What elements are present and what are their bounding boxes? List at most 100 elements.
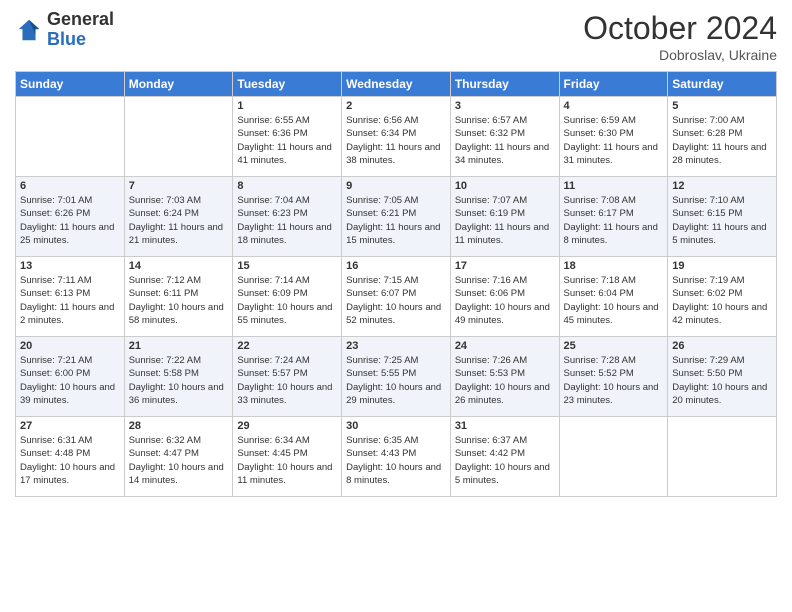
- day-number: 6: [20, 180, 120, 192]
- calendar-cell: 22 Sunrise: 7:24 AMSunset: 5:57 PMDayligh…: [233, 337, 342, 417]
- weekday-header-monday: Monday: [124, 72, 233, 97]
- calendar-cell: 19 Sunrise: 7:19 AMSunset: 6:02 PMDayligh…: [668, 257, 777, 337]
- calendar-week-row: 6 Sunrise: 7:01 AMSunset: 6:26 PMDaylight…: [16, 177, 777, 257]
- day-number: 23: [346, 340, 446, 352]
- day-info: Sunrise: 7:11 AMSunset: 6:13 PMDaylight:…: [20, 274, 120, 327]
- day-info: Sunrise: 7:05 AMSunset: 6:21 PMDaylight:…: [346, 194, 446, 247]
- day-number: 7: [129, 180, 229, 192]
- day-number: 28: [129, 420, 229, 432]
- day-number: 24: [455, 340, 555, 352]
- day-info: Sunrise: 7:29 AMSunset: 5:50 PMDaylight:…: [672, 354, 772, 407]
- day-number: 31: [455, 420, 555, 432]
- calendar-page: General Blue October 2024 Dobroslav, Ukr…: [0, 0, 792, 612]
- calendar-cell: [16, 97, 125, 177]
- day-number: 17: [455, 260, 555, 272]
- day-info: Sunrise: 6:34 AMSunset: 4:45 PMDaylight:…: [237, 434, 337, 487]
- day-info: Sunrise: 7:07 AMSunset: 6:19 PMDaylight:…: [455, 194, 555, 247]
- calendar-cell: 13Sunrise: 7:11 AMSunset: 6:13 PMDayligh…: [16, 257, 125, 337]
- day-info: Sunrise: 6:37 AMSunset: 4:42 PMDaylight:…: [455, 434, 555, 487]
- day-number: 16: [346, 260, 446, 272]
- calendar-cell: 28 Sunrise: 6:32 AMSunset: 4:47 PMDayligh…: [124, 417, 233, 497]
- location-subtitle: Dobroslav, Ukraine: [583, 47, 777, 63]
- calendar-cell: 10 Sunrise: 7:07 AMSunset: 6:19 PMDayligh…: [450, 177, 559, 257]
- day-info: Sunrise: 7:25 AMSunset: 5:55 PMDaylight:…: [346, 354, 446, 407]
- day-info: Sunrise: 7:15 AMSunset: 6:07 PMDaylight:…: [346, 274, 446, 327]
- day-info: Sunrise: 7:14 AMSunset: 6:09 PMDaylight:…: [237, 274, 337, 327]
- month-title: October 2024: [583, 10, 777, 47]
- calendar-cell: 16 Sunrise: 7:15 AMSunset: 6:07 PMDayligh…: [342, 257, 451, 337]
- calendar-cell: 31 Sunrise: 6:37 AMSunset: 4:42 PMDayligh…: [450, 417, 559, 497]
- day-number: 26: [672, 340, 772, 352]
- day-info: Sunrise: 7:26 AMSunset: 5:53 PMDaylight:…: [455, 354, 555, 407]
- weekday-header-sunday: Sunday: [16, 72, 125, 97]
- calendar-cell: 30 Sunrise: 6:35 AMSunset: 4:43 PMDayligh…: [342, 417, 451, 497]
- calendar-cell: 9Sunrise: 7:05 AMSunset: 6:21 PMDaylight…: [342, 177, 451, 257]
- calendar-cell: 21 Sunrise: 7:22 AMSunset: 5:58 PMDayligh…: [124, 337, 233, 417]
- day-info: Sunrise: 6:59 AMSunset: 6:30 PMDaylight:…: [564, 114, 664, 167]
- calendar-cell: 26 Sunrise: 7:29 AMSunset: 5:50 PMDayligh…: [668, 337, 777, 417]
- calendar-cell: 5Sunrise: 7:00 AMSunset: 6:28 PMDaylight…: [668, 97, 777, 177]
- day-number: 3: [455, 100, 555, 112]
- calendar-cell: 17Sunrise: 7:16 AMSunset: 6:06 PMDayligh…: [450, 257, 559, 337]
- logo-text: General Blue: [47, 10, 114, 50]
- weekday-header-wednesday: Wednesday: [342, 72, 451, 97]
- day-number: 27: [20, 420, 120, 432]
- calendar-cell: 3 Sunrise: 6:57 AMSunset: 6:32 PMDaylight…: [450, 97, 559, 177]
- day-number: 1: [237, 100, 337, 112]
- day-number: 10: [455, 180, 555, 192]
- calendar-cell: [124, 97, 233, 177]
- calendar-cell: 14Sunrise: 7:12 AMSunset: 6:11 PMDayligh…: [124, 257, 233, 337]
- title-block: October 2024 Dobroslav, Ukraine: [583, 10, 777, 63]
- day-info: Sunrise: 6:56 AMSunset: 6:34 PMDaylight:…: [346, 114, 446, 167]
- calendar-cell: 23 Sunrise: 7:25 AMSunset: 5:55 PMDayligh…: [342, 337, 451, 417]
- day-number: 22: [237, 340, 337, 352]
- day-info: Sunrise: 7:10 AMSunset: 6:15 PMDaylight:…: [672, 194, 772, 247]
- day-info: Sunrise: 7:08 AMSunset: 6:17 PMDaylight:…: [564, 194, 664, 247]
- day-info: Sunrise: 7:12 AMSunset: 6:11 PMDaylight:…: [129, 274, 229, 327]
- logo-icon: [15, 16, 43, 44]
- calendar-cell: 11 Sunrise: 7:08 AMSunset: 6:17 PMDayligh…: [559, 177, 668, 257]
- calendar-cell: 4 Sunrise: 6:59 AMSunset: 6:30 PMDaylight…: [559, 97, 668, 177]
- day-info: Sunrise: 7:00 AMSunset: 6:28 PMDaylight:…: [672, 114, 772, 167]
- day-number: 4: [564, 100, 664, 112]
- weekday-header-thursday: Thursday: [450, 72, 559, 97]
- calendar-cell: 2Sunrise: 6:56 AMSunset: 6:34 PMDaylight…: [342, 97, 451, 177]
- day-info: Sunrise: 6:57 AMSunset: 6:32 PMDaylight:…: [455, 114, 555, 167]
- day-info: Sunrise: 7:04 AMSunset: 6:23 PMDaylight:…: [237, 194, 337, 247]
- day-info: Sunrise: 7:28 AMSunset: 5:52 PMDaylight:…: [564, 354, 664, 407]
- day-number: 8: [237, 180, 337, 192]
- header: General Blue October 2024 Dobroslav, Ukr…: [15, 10, 777, 63]
- day-info: Sunrise: 7:22 AMSunset: 5:58 PMDaylight:…: [129, 354, 229, 407]
- calendar-week-row: 27Sunrise: 6:31 AMSunset: 4:48 PMDayligh…: [16, 417, 777, 497]
- day-number: 20: [20, 340, 120, 352]
- day-number: 12: [672, 180, 772, 192]
- logo-blue: Blue: [47, 29, 86, 49]
- day-info: Sunrise: 7:18 AMSunset: 6:04 PMDaylight:…: [564, 274, 664, 327]
- day-info: Sunrise: 6:55 AMSunset: 6:36 PMDaylight:…: [237, 114, 337, 167]
- calendar-cell: [559, 417, 668, 497]
- day-number: 25: [564, 340, 664, 352]
- day-info: Sunrise: 7:01 AMSunset: 6:26 PMDaylight:…: [20, 194, 120, 247]
- weekday-header-row: SundayMondayTuesdayWednesdayThursdayFrid…: [16, 72, 777, 97]
- day-info: Sunrise: 7:19 AMSunset: 6:02 PMDaylight:…: [672, 274, 772, 327]
- weekday-header-friday: Friday: [559, 72, 668, 97]
- day-number: 30: [346, 420, 446, 432]
- day-info: Sunrise: 6:32 AMSunset: 4:47 PMDaylight:…: [129, 434, 229, 487]
- calendar-week-row: 1 Sunrise: 6:55 AMSunset: 6:36 PMDaylight…: [16, 97, 777, 177]
- day-number: 11: [564, 180, 664, 192]
- calendar-cell: 1 Sunrise: 6:55 AMSunset: 6:36 PMDaylight…: [233, 97, 342, 177]
- day-number: 19: [672, 260, 772, 272]
- day-info: Sunrise: 6:35 AMSunset: 4:43 PMDaylight:…: [346, 434, 446, 487]
- calendar-cell: 27Sunrise: 6:31 AMSunset: 4:48 PMDayligh…: [16, 417, 125, 497]
- calendar-cell: 7Sunrise: 7:03 AMSunset: 6:24 PMDaylight…: [124, 177, 233, 257]
- calendar-week-row: 20Sunrise: 7:21 AMSunset: 6:00 PMDayligh…: [16, 337, 777, 417]
- day-number: 18: [564, 260, 664, 272]
- weekday-header-saturday: Saturday: [668, 72, 777, 97]
- calendar-cell: 24 Sunrise: 7:26 AMSunset: 5:53 PMDayligh…: [450, 337, 559, 417]
- day-number: 15: [237, 260, 337, 272]
- calendar-cell: 12 Sunrise: 7:10 AMSunset: 6:15 PMDayligh…: [668, 177, 777, 257]
- calendar-table: SundayMondayTuesdayWednesdayThursdayFrid…: [15, 71, 777, 497]
- day-info: Sunrise: 7:24 AMSunset: 5:57 PMDaylight:…: [237, 354, 337, 407]
- day-number: 21: [129, 340, 229, 352]
- weekday-header-tuesday: Tuesday: [233, 72, 342, 97]
